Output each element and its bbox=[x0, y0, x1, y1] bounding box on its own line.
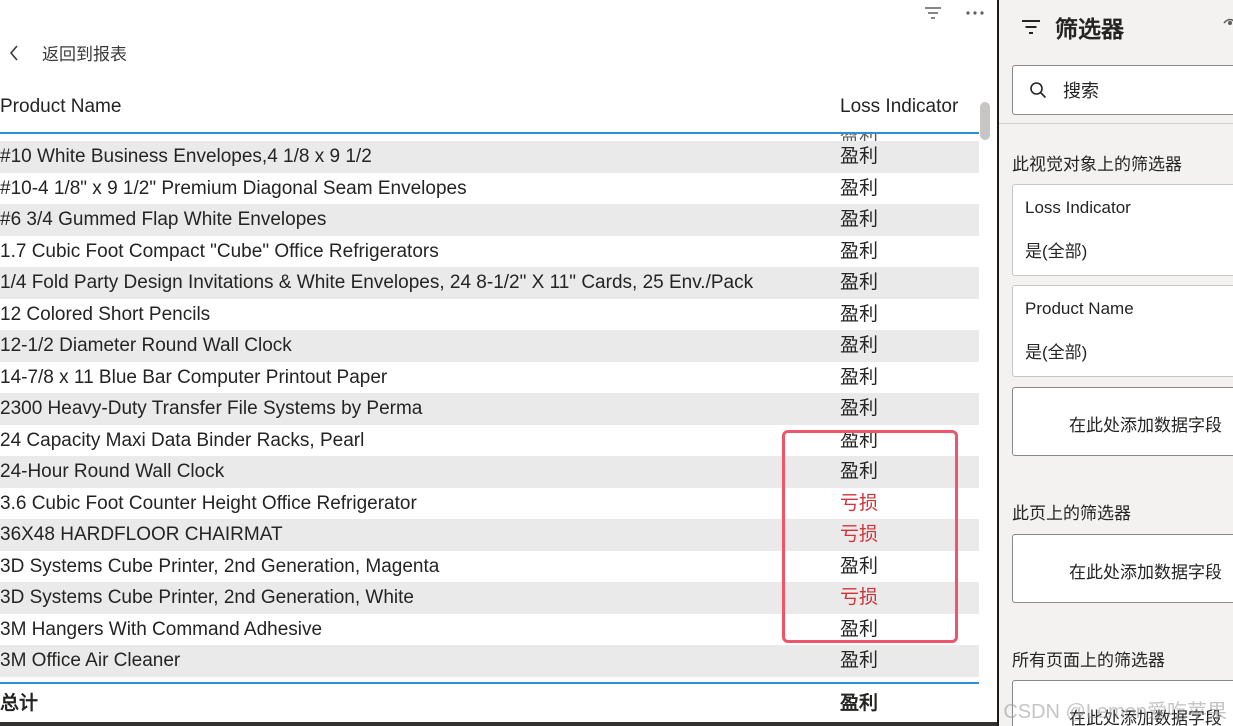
table-body: #10 White Business Envelopes,4 1/8 x 9 1… bbox=[0, 141, 979, 677]
page-filters-section-title: 此页上的筛选器 bbox=[1012, 504, 1131, 523]
filter-card-product-name[interactable]: Product Name 是(全部) bbox=[1012, 285, 1233, 377]
back-to-report-link[interactable]: 返回到报表 bbox=[8, 40, 127, 65]
filter-icon[interactable] bbox=[919, 2, 947, 24]
table-row[interactable]: #10-4 1/8" x 9 1/2" Premium Diagonal Sea… bbox=[0, 173, 979, 205]
total-indicator: 盈利 bbox=[840, 693, 879, 714]
visual-filters-section-title: 此视觉对象上的筛选器 bbox=[1012, 155, 1182, 174]
loss-indicator-cell: 盈利 bbox=[840, 650, 879, 671]
table-row[interactable]: 3D Systems Cube Printer, 2nd Generation,… bbox=[0, 551, 979, 583]
table-row[interactable]: #6 3/4 Gummed Flap White Envelopes 盈利 bbox=[0, 204, 979, 236]
loss-indicator-cell: 盈利 bbox=[840, 209, 879, 230]
loss-indicator-cell: 盈利 bbox=[840, 240, 879, 262]
loss-indicator-cell: 盈利 bbox=[840, 177, 879, 199]
more-options-icon[interactable] bbox=[961, 2, 989, 24]
filter-search-input[interactable]: 搜索 bbox=[1012, 65, 1233, 115]
filter-card-loss-indicator[interactable]: Loss Indicator 是(全部) bbox=[1012, 184, 1233, 276]
product-name-cell: 14-7/8 x 11 Blue Bar Computer Printout P… bbox=[0, 366, 388, 388]
loss-indicator-cell: 盈利 bbox=[840, 335, 879, 356]
product-name-cell: 24 Capacity Maxi Data Binder Racks, Pear… bbox=[0, 429, 365, 451]
add-field-label: 在此处添加数据字段 bbox=[1069, 563, 1222, 582]
add-field-label: 在此处添加数据字段 bbox=[1069, 416, 1222, 435]
filter-pane-divider bbox=[999, 123, 1233, 124]
filter-card-title: Product Name bbox=[1025, 299, 1134, 318]
search-placeholder: 搜索 bbox=[1063, 81, 1099, 101]
filter-icon bbox=[1022, 20, 1040, 34]
filter-card-value: 是(全部) bbox=[1025, 343, 1088, 362]
product-name-cell: 3M Office Air Cleaner bbox=[0, 650, 181, 671]
table-row[interactable]: 1.7 Cubic Foot Compact "Cube" Office Ref… bbox=[0, 236, 979, 268]
all-pages-filters-section-title: 所有页面上的筛选器 bbox=[1012, 651, 1165, 670]
loss-indicator-cell: 盈利 bbox=[840, 555, 879, 577]
back-chevron-icon bbox=[9, 44, 18, 61]
product-name-cell: #10-4 1/8" x 9 1/2" Premium Diagonal Sea… bbox=[0, 177, 467, 199]
product-name-cell: 3.6 Cubic Foot Counter Height Office Ref… bbox=[0, 492, 417, 514]
table-header: Product Name Loss Indicator bbox=[0, 92, 979, 134]
product-name-cell: 3M Hangers With Command Adhesive bbox=[0, 618, 323, 640]
loss-indicator-cell: 亏损 bbox=[840, 492, 879, 514]
filter-card-title: Loss Indicator bbox=[1025, 198, 1131, 217]
table-row[interactable]: 36X48 HARDFLOOR CHAIRMAT 亏损 bbox=[0, 519, 979, 551]
product-name-cell: 3D Systems Cube Printer, 2nd Generation,… bbox=[0, 587, 414, 608]
bottom-border bbox=[0, 722, 997, 726]
product-name-cell: #6 3/4 Gummed Flap White Envelopes bbox=[0, 209, 327, 230]
table-row[interactable]: 12-1/2 Diameter Round Wall Clock 盈利 bbox=[0, 330, 979, 362]
product-name-cell: 3D Systems Cube Printer, 2nd Generation,… bbox=[0, 555, 440, 577]
column-header-loss-indicator[interactable]: Loss Indicator bbox=[840, 96, 958, 118]
loss-indicator-cell: 盈利 bbox=[840, 366, 879, 388]
report-pane: 返回到报表 Product Name Loss Indicator 盈利 #10… bbox=[0, 0, 997, 726]
table-row[interactable]: 1/4 Fold Party Design Invitations & Whit… bbox=[0, 267, 979, 299]
table-row[interactable]: 14-7/8 x 11 Blue Bar Computer Printout P… bbox=[0, 362, 979, 394]
loss-indicator-cell: 盈利 bbox=[840, 146, 879, 167]
column-header-product-name[interactable]: Product Name bbox=[0, 96, 121, 118]
product-name-cell: 1.7 Cubic Foot Compact "Cube" Office Ref… bbox=[0, 240, 439, 262]
product-name-cell: 1/4 Fold Party Design Invitations & Whit… bbox=[0, 272, 754, 293]
filter-card-value: 是(全部) bbox=[1025, 242, 1088, 261]
table-row[interactable]: 3M Office Air Cleaner 盈利 bbox=[0, 645, 979, 677]
product-name-cell: #10 White Business Envelopes,4 1/8 x 9 1… bbox=[0, 146, 372, 167]
filter-pane: 筛选器 搜索 此视觉对象上的筛选器 Loss Indicator 是(全部) P… bbox=[999, 0, 1233, 726]
product-name-cell: 2300 Heavy-Duty Transfer File Systems by… bbox=[0, 398, 423, 419]
table-row[interactable]: 2300 Heavy-Duty Transfer File Systems by… bbox=[0, 393, 979, 425]
table-row[interactable]: 24 Capacity Maxi Data Binder Racks, Pear… bbox=[0, 425, 979, 457]
loss-indicator-cell: 盈利 bbox=[840, 461, 879, 482]
table-row[interactable]: 3D Systems Cube Printer, 2nd Generation,… bbox=[0, 582, 979, 614]
loss-indicator-cell: 亏损 bbox=[840, 524, 879, 545]
table-row[interactable]: 3M Hangers With Command Adhesive 盈利 bbox=[0, 614, 979, 646]
loss-indicator-cell: 盈利 bbox=[840, 272, 879, 293]
table-row[interactable]: 12 Colored Short Pencils 盈利 bbox=[0, 299, 979, 331]
add-data-field-dropzone-page[interactable]: 在此处添加数据字段 bbox=[1012, 534, 1233, 603]
product-name-cell: 36X48 HARDFLOOR CHAIRMAT bbox=[0, 524, 283, 545]
table-row[interactable]: 24-Hour Round Wall Clock 盈利 bbox=[0, 456, 979, 488]
table-row[interactable]: 3.6 Cubic Foot Counter Height Office Ref… bbox=[0, 488, 979, 520]
table-total-row: 总计 盈利 bbox=[0, 682, 979, 724]
data-table: Product Name Loss Indicator 盈利 #10 White… bbox=[0, 92, 979, 722]
visual-header-toolbar bbox=[919, 2, 989, 24]
loss-indicator-cell: 盈利 bbox=[840, 429, 879, 451]
loss-indicator-cell: 盈利 bbox=[840, 303, 879, 325]
back-label: 返回到报表 bbox=[42, 45, 127, 64]
vertical-scrollbar[interactable] bbox=[980, 102, 990, 140]
add-data-field-dropzone-visual[interactable]: 在此处添加数据字段 bbox=[1012, 387, 1233, 456]
product-name-cell: 12-1/2 Diameter Round Wall Clock bbox=[0, 335, 292, 356]
loss-indicator-cell: 亏损 bbox=[840, 587, 879, 608]
filter-pane-header: 筛选器 bbox=[1021, 10, 1124, 44]
filter-pane-title: 筛选器 bbox=[1055, 16, 1124, 42]
table-row[interactable]: #10 White Business Envelopes,4 1/8 x 9 1… bbox=[0, 141, 979, 173]
search-icon bbox=[1030, 82, 1047, 99]
product-name-cell: 12 Colored Short Pencils bbox=[0, 303, 211, 325]
product-name-cell: 24-Hour Round Wall Clock bbox=[0, 461, 225, 482]
loss-indicator-cell: 盈利 bbox=[840, 618, 879, 640]
add-field-label: 在此处添加数据字段 bbox=[1069, 709, 1222, 726]
add-data-field-dropzone-all-pages[interactable]: 在此处添加数据字段 bbox=[1012, 680, 1233, 726]
total-label: 总计 bbox=[0, 693, 39, 714]
eye-icon[interactable] bbox=[1223, 16, 1233, 34]
loss-indicator-cell: 盈利 bbox=[840, 398, 879, 419]
